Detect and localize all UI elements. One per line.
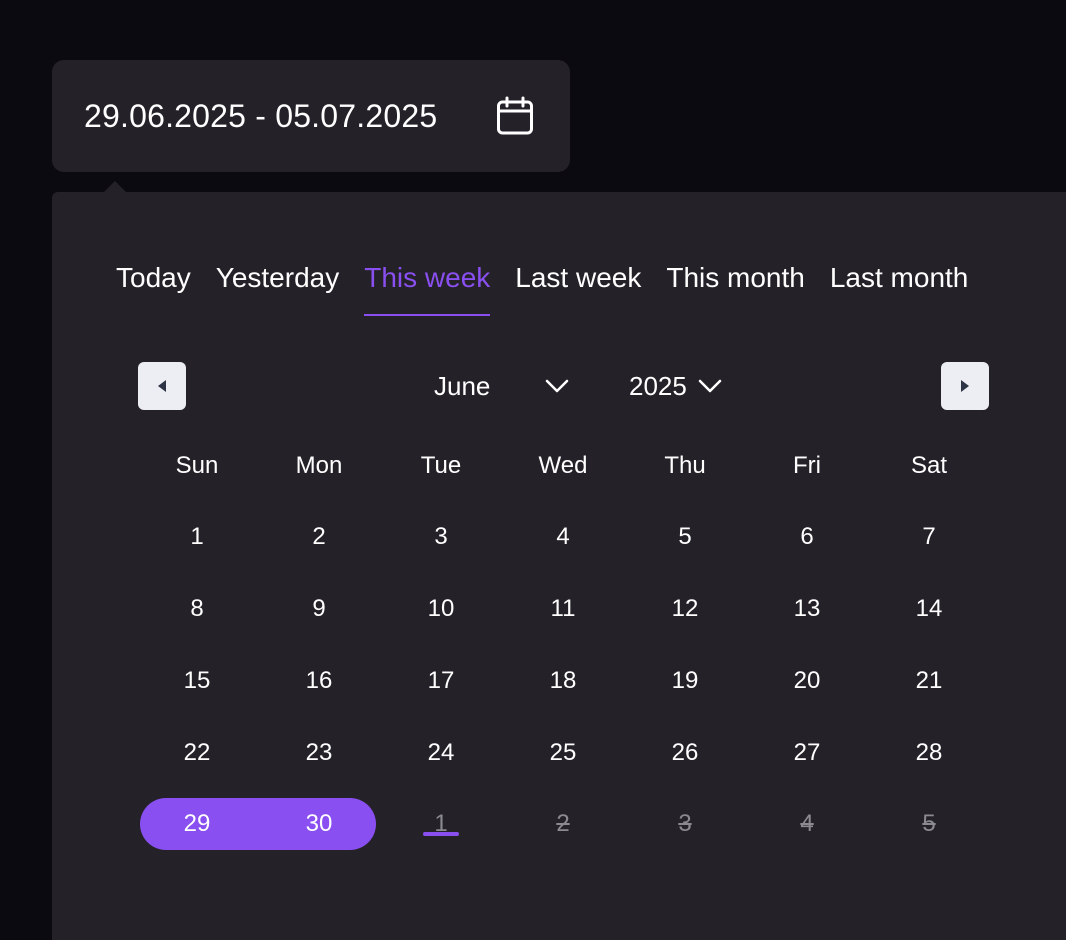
tab-last-week[interactable]: Last week <box>515 256 641 316</box>
calendar-day[interactable]: 7 <box>868 511 990 563</box>
calendar-day[interactable]: 23 <box>258 727 380 779</box>
preset-tabs: Today Yesterday This week Last week This… <box>116 256 993 316</box>
calendar-day[interactable]: 19 <box>624 655 746 707</box>
calendar-day-selected-end[interactable]: 30 <box>258 798 380 850</box>
date-range-value: 29.06.2025 - 05.07.2025 <box>84 97 438 134</box>
calendar-day-today[interactable]: 1 <box>380 798 502 850</box>
calendar-day[interactable]: 5 <box>624 511 746 563</box>
weekday-sat: Sat <box>910 452 948 479</box>
weekday-sun: Sun <box>175 452 219 479</box>
triangle-right-icon <box>961 380 969 392</box>
calendar-popover: Today Yesterday This week Last week This… <box>52 192 1066 940</box>
calendar-day[interactable]: 16 <box>258 655 380 707</box>
chevron-down-icon <box>697 378 723 394</box>
calendar-day[interactable]: 9 <box>258 583 380 635</box>
calendar-day[interactable]: 18 <box>502 655 624 707</box>
calendar-day[interactable]: 27 <box>746 727 868 779</box>
year-select-value: 2025 <box>629 370 687 401</box>
year-select[interactable]: 2025 <box>629 362 723 410</box>
today-indicator <box>423 832 459 836</box>
calendar-icon[interactable] <box>496 96 534 136</box>
calendar-day[interactable]: 26 <box>624 727 746 779</box>
calendar-day[interactable]: 6 <box>746 511 868 563</box>
weekday-wed: Wed <box>538 452 588 479</box>
calendar-day[interactable]: 17 <box>380 655 502 707</box>
calendar-day-selected-start[interactable]: 29 <box>136 798 258 850</box>
month-select[interactable]: June <box>434 362 570 410</box>
tab-today[interactable]: Today <box>116 256 191 316</box>
calendar-day[interactable]: 28 <box>868 727 990 779</box>
tab-yesterday[interactable]: Yesterday <box>216 256 340 316</box>
month-select-value: June <box>434 370 491 401</box>
calendar-day[interactable]: 15 <box>136 655 258 707</box>
calendar-day[interactable]: 3 <box>380 511 502 563</box>
calendar-day[interactable]: 24 <box>380 727 502 779</box>
calendar-day[interactable]: 10 <box>380 583 502 635</box>
tab-last-month[interactable]: Last month <box>830 256 969 316</box>
calendar-day-disabled: 3 <box>678 810 692 837</box>
weekday-tue: Tue <box>420 452 462 479</box>
calendar-day[interactable]: 25 <box>502 727 624 779</box>
calendar-day-disabled: 4 <box>800 810 814 837</box>
calendar-day[interactable]: 8 <box>136 583 258 635</box>
tab-this-week[interactable]: This week <box>364 256 491 316</box>
next-month-button[interactable] <box>941 362 989 410</box>
tab-this-month[interactable]: This month <box>666 256 805 316</box>
weekday-mon: Mon <box>295 452 343 479</box>
calendar-day[interactable]: 2 <box>258 511 380 563</box>
triangle-left-icon <box>158 380 166 392</box>
calendar-day[interactable]: 4 <box>502 511 624 563</box>
calendar-day[interactable]: 11 <box>502 583 624 635</box>
date-range-picker-page: 29.06.2025 - 05.07.2025 Today Yesterday … <box>0 0 1066 940</box>
prev-month-button[interactable] <box>138 362 186 410</box>
calendar-day-disabled: 5 <box>922 810 936 837</box>
calendar-day[interactable]: 12 <box>624 583 746 635</box>
calendar-day-disabled: 2 <box>556 810 570 837</box>
calendar-day[interactable]: 20 <box>746 655 868 707</box>
calendar-day[interactable]: 22 <box>136 727 258 779</box>
calendar-day[interactable]: 21 <box>868 655 990 707</box>
calendar-day[interactable]: 1 <box>136 511 258 563</box>
calendar-day[interactable]: 14 <box>868 583 990 635</box>
weekday-fri: Fri <box>793 452 821 479</box>
chevron-down-icon <box>544 378 570 394</box>
calendar-day[interactable]: 13 <box>746 583 868 635</box>
weekday-thu: Thu <box>664 452 706 479</box>
date-range-input[interactable]: 29.06.2025 - 05.07.2025 <box>52 60 570 172</box>
